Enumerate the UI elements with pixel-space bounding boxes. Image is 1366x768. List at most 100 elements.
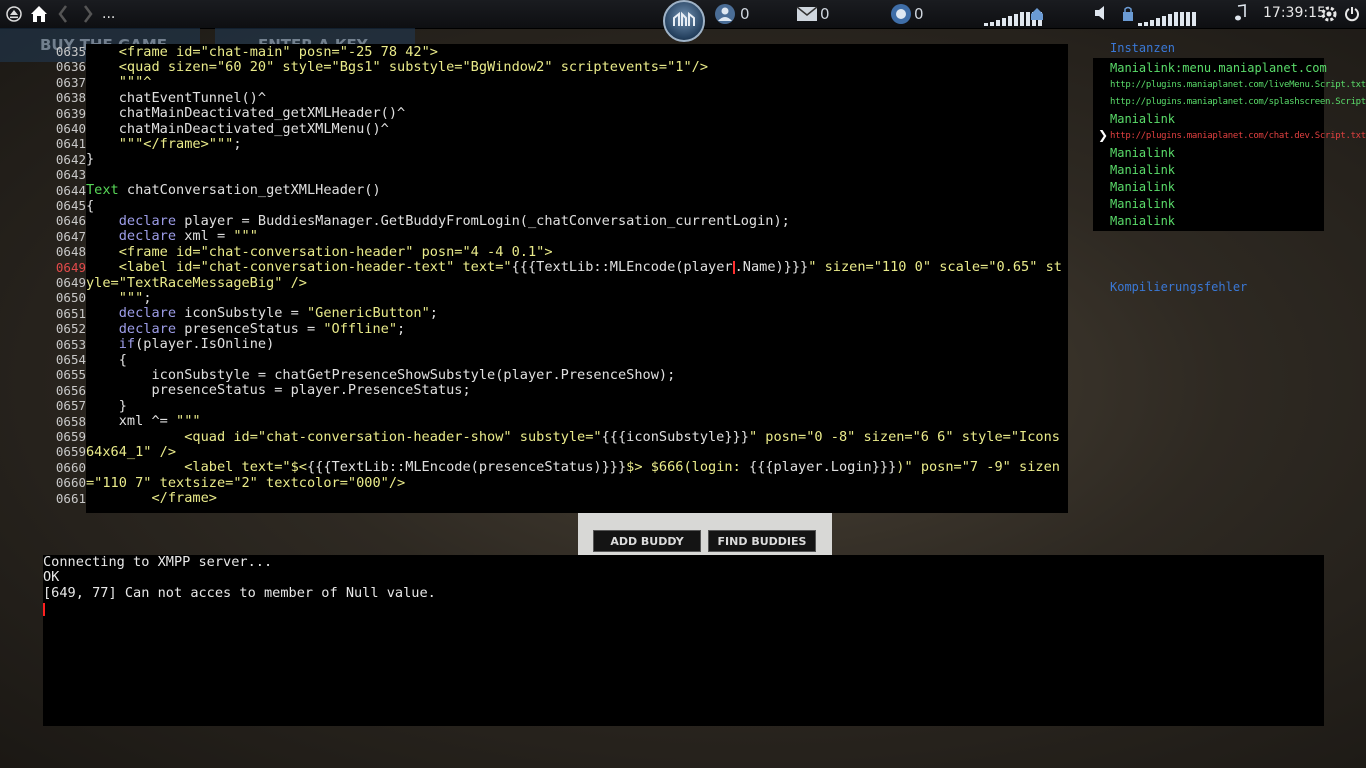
- back-arrow-icon[interactable]: [57, 4, 69, 24]
- line-number: 0659: [55, 444, 86, 460]
- instance-item[interactable]: Manialink: [1110, 179, 1175, 196]
- code-line[interactable]: xml ^= """: [86, 413, 201, 429]
- code-line[interactable]: {: [86, 351, 127, 368]
- line-number: 0636: [55, 59, 86, 75]
- keyword-token: declare: [118, 305, 177, 322]
- code-line[interactable]: }: [86, 152, 94, 167]
- keyword-token: declare: [118, 228, 177, 245]
- instance-item[interactable]: http://plugins.maniaplanet.com/splashscr…: [1110, 94, 1366, 111]
- code-token: }: [86, 397, 127, 414]
- line-number: 0648: [55, 244, 86, 260]
- instance-item[interactable]: Manialink: [1110, 213, 1175, 230]
- code-line[interactable]: Text chatConversation_getXMLHeader(): [86, 182, 381, 199]
- notification-icon[interactable]: [890, 3, 912, 25]
- find-buddies-button[interactable]: FIND BUDDIES: [708, 530, 816, 552]
- code-token: ;: [397, 320, 406, 337]
- code-line[interactable]: """;: [86, 289, 152, 306]
- line-number: 0661: [55, 490, 86, 506]
- code-token: {: [86, 351, 127, 368]
- line-number: 0642: [55, 151, 86, 167]
- string-token: <frame id="chat-conversation-header" pos…: [118, 243, 553, 260]
- code-line[interactable]: <label text="$<{{{TextLib::MLEncode(pres…: [86, 460, 1060, 475]
- buddies-icon[interactable]: [714, 3, 736, 25]
- code-line[interactable]: if(player.IsOnline): [86, 336, 275, 352]
- code-line[interactable]: ="110 7" textsize="2" textcolor="000"/>: [86, 475, 405, 491]
- line-number: 0660: [55, 475, 86, 491]
- code-token: chatEventTunnel()^: [86, 89, 267, 106]
- line-number: 0651: [55, 305, 86, 321]
- code-line[interactable]: chatMainDeactivated_getXMLHeader()^: [86, 105, 406, 122]
- code-line[interactable]: <quad id="chat-conversation-header-show"…: [86, 428, 1060, 445]
- line-number: 0646: [55, 213, 86, 229]
- speaker-icon[interactable]: [1094, 5, 1108, 21]
- code-line[interactable]: <frame id="chat-main" posn="-25 78 42">: [86, 44, 438, 60]
- code-line[interactable]: <frame id="chat-conversation-header" pos…: [86, 243, 553, 260]
- music-note-icon[interactable]: [1234, 4, 1246, 22]
- compile-errors-label: Kompilierungsfehler: [1110, 280, 1248, 294]
- home-icon[interactable]: [29, 4, 49, 24]
- string-token: """</frame>""": [118, 135, 234, 152]
- code-line[interactable]: yle="TextRaceMessageBig" />: [86, 274, 307, 291]
- instance-item[interactable]: http://plugins.maniaplanet.com/chat.dev.…: [1110, 128, 1366, 145]
- code-line[interactable]: declare presenceStatus = "Offline";: [86, 320, 406, 337]
- music-level-bars[interactable]: [1138, 7, 1198, 26]
- code-line[interactable]: {: [86, 198, 94, 214]
- string-token: "GenericButton": [307, 305, 430, 322]
- mail-icon[interactable]: [796, 6, 818, 22]
- code-line[interactable]: chatEventTunnel()^: [86, 89, 267, 106]
- string-token: <label text="$<: [184, 459, 307, 476]
- instance-item[interactable]: Manialink:menu.maniaplanet.com: [1110, 60, 1327, 77]
- string-token: """^: [118, 74, 152, 91]
- eject-icon[interactable]: [6, 6, 22, 22]
- code-token: chatMainDeactivated_getXMLHeader()^: [86, 105, 406, 122]
- maniaplanet-logo[interactable]: [663, 0, 705, 42]
- string-token: """: [118, 289, 144, 306]
- type-token: Text: [86, 182, 119, 199]
- breadcrumb[interactable]: ...: [102, 3, 115, 25]
- code-line[interactable]: """</frame>""";: [86, 135, 242, 152]
- code-token: presenceStatus = player.PresenceStatus;: [86, 382, 471, 399]
- code-line[interactable]: </frame>: [86, 490, 216, 506]
- instance-item[interactable]: Manialink: [1110, 196, 1175, 213]
- code-line[interactable]: 64x64_1" />: [86, 443, 177, 460]
- code-line[interactable]: <quad sizen="60 20" style="Bgs1" substyl…: [86, 59, 708, 75]
- power-icon[interactable]: [1344, 6, 1360, 22]
- add-buddy-button[interactable]: ADD BUDDY: [593, 530, 701, 552]
- console-output[interactable]: Connecting to XMPP server... OK [649, 77] …: [43, 554, 1324, 726]
- line-number: 0645: [55, 198, 86, 213]
- code-line[interactable]: """^: [86, 75, 152, 90]
- instances-list[interactable]: Manialink:menu.maniaplanet.com http://plu…: [1093, 58, 1366, 231]
- string-token: " sizen="110 0" scale="0.65" st: [808, 259, 1062, 276]
- code-line[interactable]: declare iconSubstyle = "GenericButton";: [86, 306, 438, 321]
- top-bar: ... 0 0 0 17:39:15: [0, 0, 1366, 42]
- code-token: iconSubstyle =: [176, 305, 307, 322]
- instance-item[interactable]: Manialink: [1110, 162, 1175, 179]
- keyword-token: declare: [118, 320, 177, 337]
- lock-icon: [1123, 6, 1133, 21]
- code-token: {{{TextLib::MLEncode(player: [511, 259, 733, 276]
- code-line[interactable]: chatMainDeactivated_getXMLMenu()^: [86, 121, 389, 137]
- gear-icon[interactable]: [1320, 5, 1338, 23]
- code-token: {{{iconSubstyle}}}: [601, 428, 749, 445]
- keyword-token: declare: [118, 212, 177, 229]
- string-token: "Offline": [323, 320, 398, 337]
- line-number: 0639: [55, 105, 86, 121]
- code-line[interactable]: declare xml = """: [86, 229, 258, 244]
- code-token: ;: [143, 289, 152, 306]
- instance-item[interactable]: http://plugins.maniaplanet.com/liveMenu.…: [1110, 77, 1366, 94]
- console-caret: [43, 603, 45, 616]
- instances-label: Instanzen: [1110, 41, 1176, 55]
- code-line[interactable]: }: [86, 397, 127, 414]
- code-line[interactable]: iconSubstyle = chatGetPresenceShowSubsty…: [86, 367, 675, 383]
- code-line[interactable]: declare player = BuddiesManager.GetBuddy…: [86, 212, 790, 229]
- code-token: player = BuddiesManager.GetBuddyFromLogi…: [176, 212, 790, 229]
- instance-item[interactable]: Manialink: [1110, 111, 1175, 128]
- string-token: yle="TextRaceMessageBig" />: [86, 274, 307, 291]
- forward-arrow-icon[interactable]: [82, 4, 94, 24]
- string-token: 64x64_1" />: [86, 443, 177, 460]
- code-line[interactable]: <label id="chat-conversation-header-text…: [86, 259, 1062, 276]
- instance-item[interactable]: Manialink: [1110, 145, 1175, 162]
- line-number: 0641: [55, 136, 86, 152]
- code-line[interactable]: presenceStatus = player.PresenceStatus;: [86, 382, 471, 399]
